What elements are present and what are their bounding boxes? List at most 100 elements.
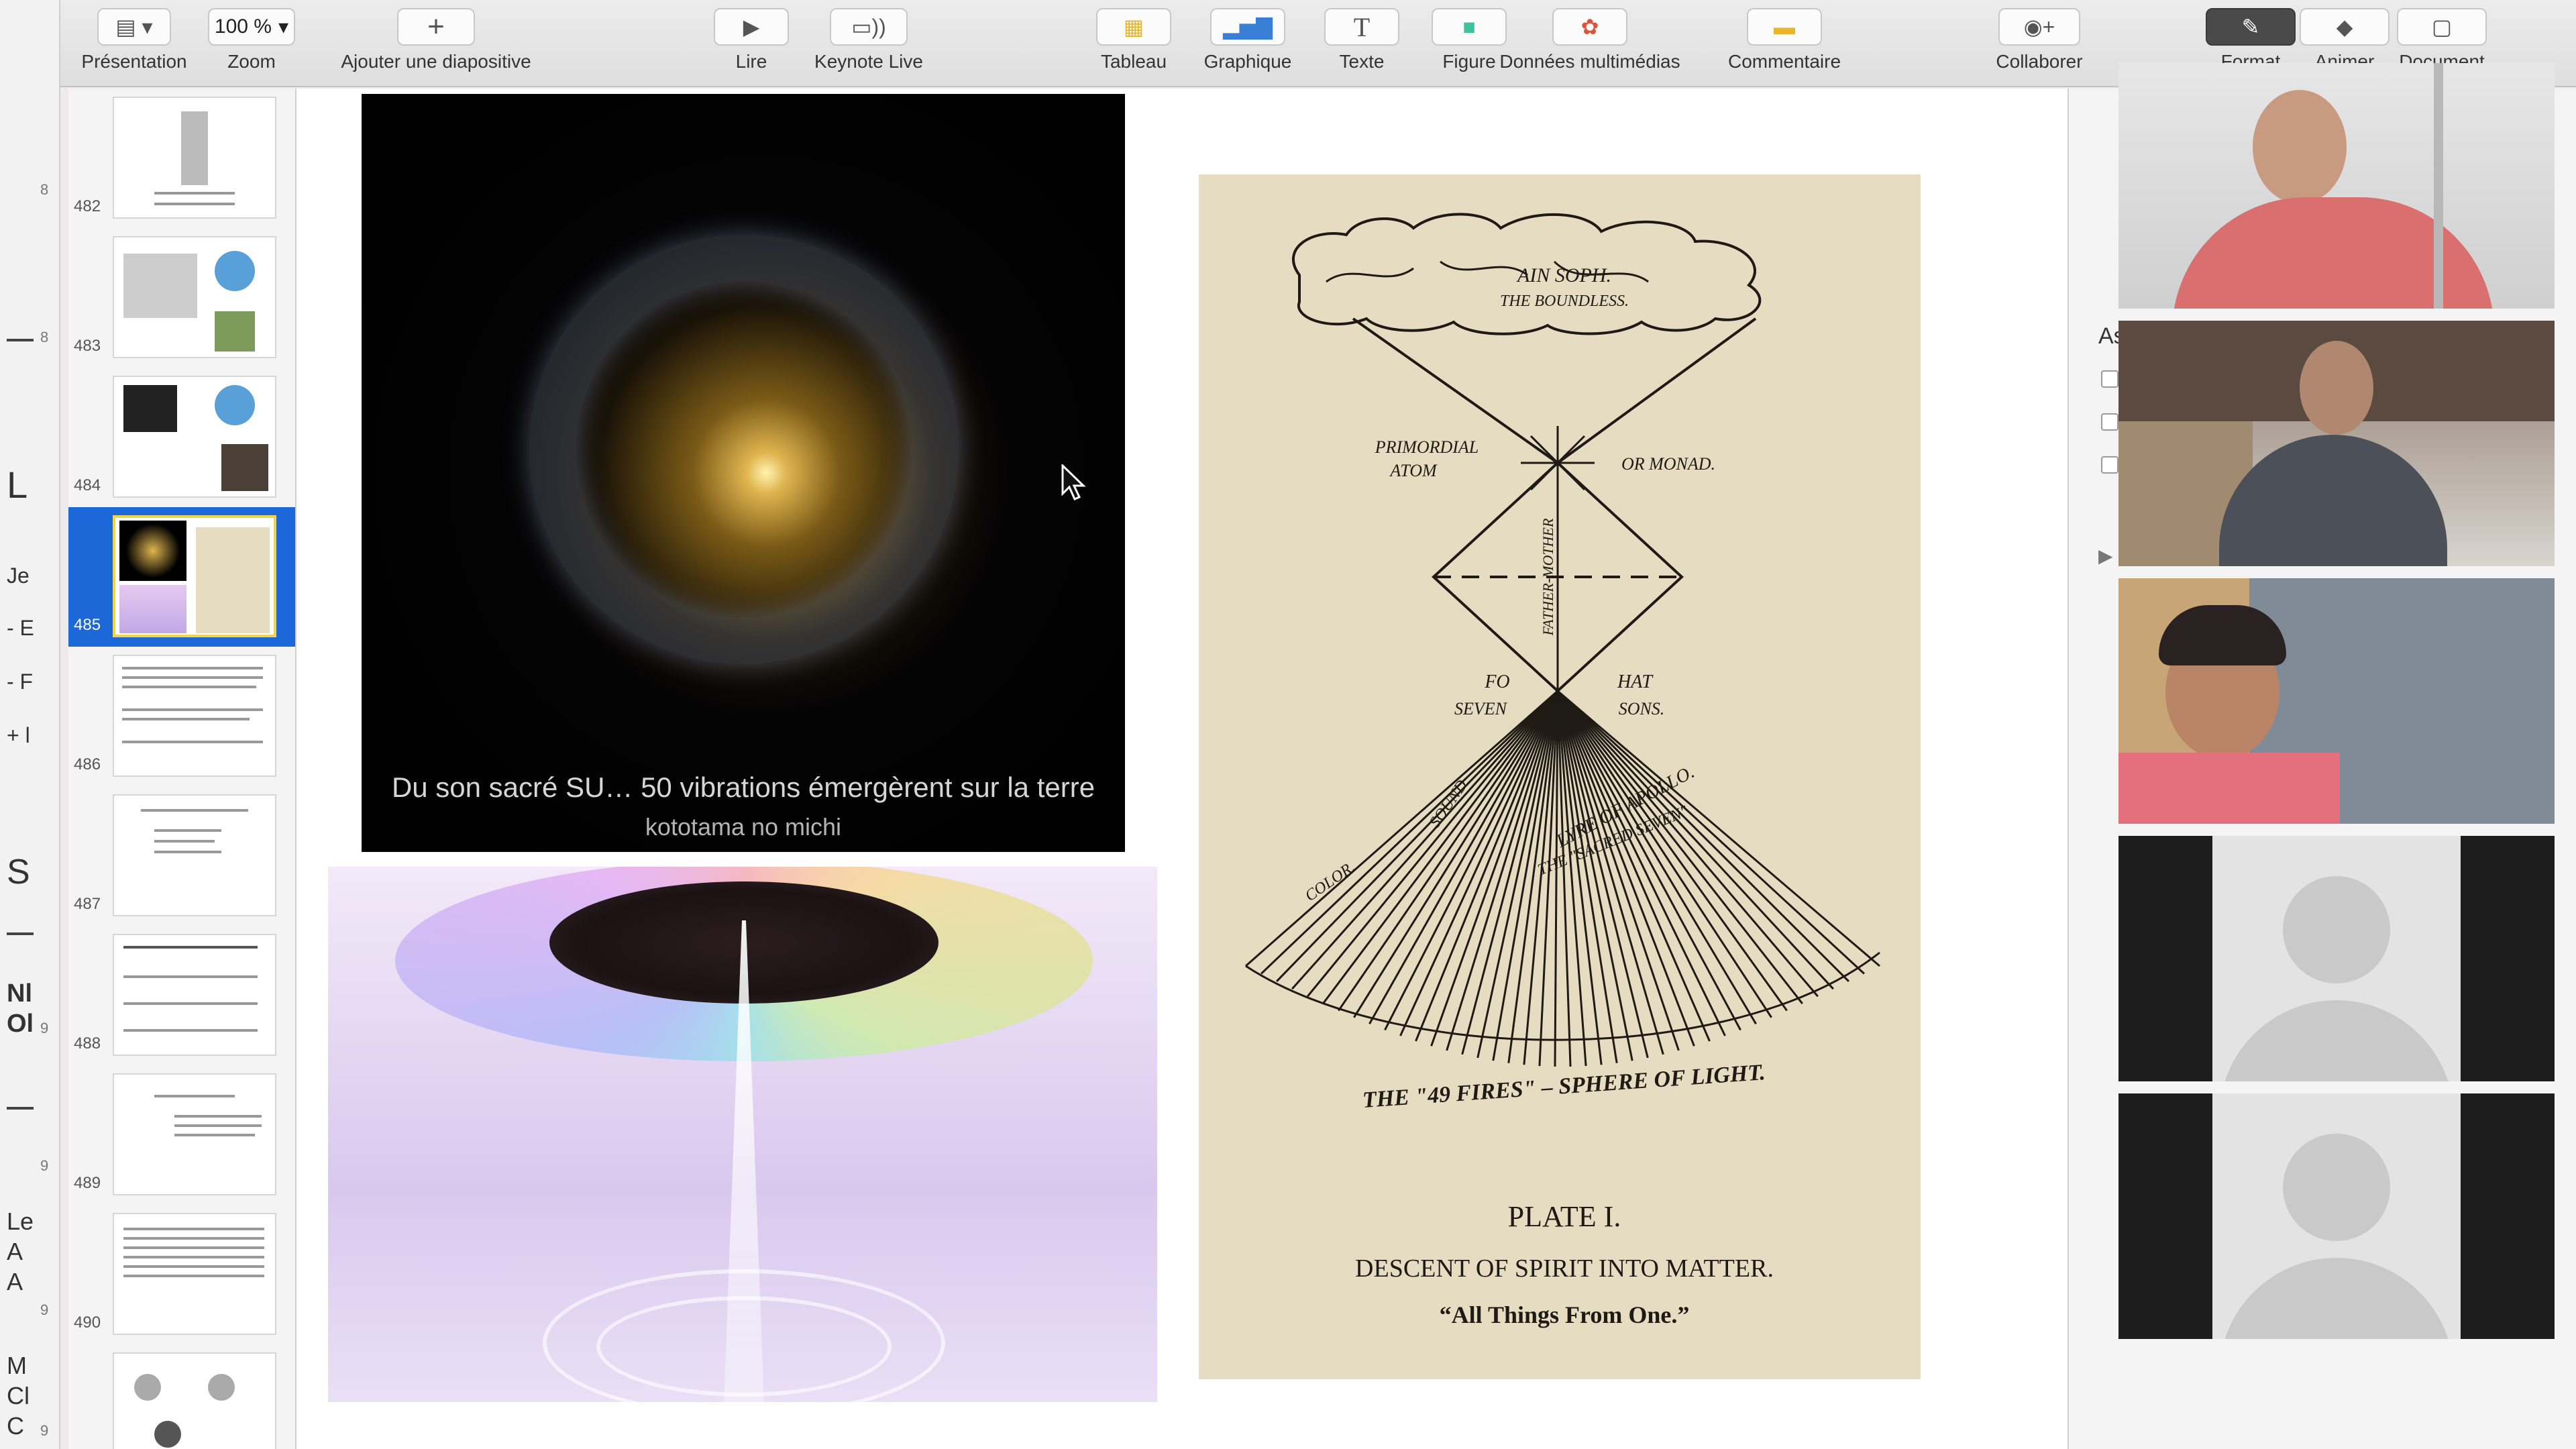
avatar-placeholder: [2212, 836, 2461, 1081]
zoom-control[interactable]: 100 % ▾ Zoom: [208, 0, 295, 87]
slide-number: 489: [74, 1174, 101, 1192]
water-ripple: [596, 1296, 892, 1397]
slide-thumbnail-482[interactable]: 482: [68, 89, 295, 228]
slide-thumbnail-491[interactable]: [68, 1344, 295, 1449]
video-participant-3[interactable]: [2118, 578, 2555, 824]
slide-thumbnail-484[interactable]: 484: [68, 368, 295, 507]
background-document: L Je - E - F + l S Nl Ol Le A A M Cl C 8…: [0, 0, 60, 1449]
galaxy-caption: Du son sacré SU… 50 vibrations émergèren…: [391, 771, 1095, 803]
bg-divider: [7, 932, 34, 935]
galaxy-image[interactable]: Du son sacré SU… 50 vibrations émergèren…: [362, 94, 1125, 852]
video-participant-2[interactable]: [2118, 321, 2555, 566]
plate-ray: [1307, 690, 1559, 998]
comment-icon: ▬: [1747, 8, 1822, 46]
participant-hair: [2159, 605, 2286, 665]
descent-text: DESCENT OF SPIRIT INTO MATTER.: [1355, 1254, 1774, 1283]
disclosure-triangle-icon[interactable]: ▶: [2098, 545, 2113, 567]
bg-fragment: - E: [7, 616, 34, 640]
slide-thumbnail-486[interactable]: 486: [68, 647, 295, 786]
atom-text: ATOM: [1389, 461, 1438, 480]
keynote-live-button[interactable]: ▭)) Keynote Live: [798, 0, 939, 87]
zoom-select[interactable]: 100 % ▾: [208, 8, 295, 46]
text-icon: T: [1324, 8, 1399, 46]
chevron-down-icon: ▾: [278, 15, 289, 38]
comment-button[interactable]: ▬ Commentaire: [1697, 0, 1872, 87]
keynote-live-icon: ▭)): [830, 8, 908, 46]
plate-title: PLATE I.: [1508, 1200, 1621, 1233]
plate-ray: [1556, 690, 1664, 1055]
media-button[interactable]: ✿ Données multimédias: [1476, 0, 1704, 87]
bg-fragment: + l: [7, 723, 30, 747]
ain-soph-text: AIN SOPH.: [1516, 264, 1611, 286]
inspector-checkbox[interactable]: [2101, 413, 2118, 431]
slide-thumbnail-485[interactable]: 485: [68, 507, 295, 647]
play-button[interactable]: ▶ Lire: [704, 0, 798, 87]
mouse-cursor-icon: [1061, 464, 1086, 500]
collaborate-button[interactable]: ◉+ Collaborer: [1972, 0, 2106, 87]
bg-number: 9: [40, 1301, 49, 1318]
galaxy-ring: [529, 235, 959, 664]
wall-detail: [2434, 63, 2443, 309]
participant-sweater: [2219, 435, 2447, 566]
collaborate-icon: ◉+: [1998, 8, 2080, 46]
bg-fragment: - F: [7, 669, 34, 694]
collaborate-label: Collaborer: [1996, 51, 2083, 72]
monad-text: OR MONAD.: [1621, 454, 1715, 474]
presentation-view-button[interactable]: ▤ ▾ Présentation: [80, 0, 188, 87]
thumbnail-image: [113, 376, 276, 498]
bg-number: 9: [40, 1020, 49, 1036]
add-slide-button[interactable]: + Ajouter une diapositive: [322, 0, 550, 87]
plate-illustration[interactable]: AIN SOPH. THE BOUNDLESS. PRIMORDIAL ATOM…: [1199, 174, 1921, 1379]
participant-face: [2253, 90, 2347, 204]
video-participant-4[interactable]: [2118, 836, 2555, 1081]
slide-thumbnail-483[interactable]: 483: [68, 228, 295, 368]
table-icon: ▦: [1096, 8, 1171, 46]
plate-ray: [1353, 690, 1559, 1018]
view-icon: ▤ ▾: [97, 8, 171, 46]
slide-number: 485: [74, 616, 101, 634]
keynote-live-label: Keynote Live: [814, 51, 923, 72]
inspector-checkbox[interactable]: [2101, 456, 2118, 474]
zoom-value: 100 %: [214, 15, 272, 38]
bg-fragment: S: [7, 853, 30, 892]
slide[interactable]: Du son sacré SU… 50 vibrations émergèren…: [297, 89, 2068, 1449]
slide-number: 486: [74, 755, 101, 773]
plate-drawing: AIN SOPH. THE BOUNDLESS. PRIMORDIAL ATOM…: [1245, 213, 1880, 1328]
media-label: Données multimédias: [1499, 51, 1680, 72]
slide-navigator[interactable]: 482 483 484 485 486 487 488 489 490: [68, 89, 297, 1449]
text-label: Texte: [1339, 51, 1385, 72]
slide-thumbnail-488[interactable]: 488: [68, 926, 295, 1065]
father-mother-text: FATHER-MOTHER: [1540, 518, 1556, 636]
slide-number: 482: [74, 197, 101, 215]
bg-fragment: Nl: [7, 979, 32, 1008]
table-button[interactable]: ▦ Tableau: [1080, 0, 1187, 87]
primordial-text: PRIMORDIAL: [1375, 437, 1479, 457]
fires-text: THE "49 FIRES" – SPHERE OF LIGHT.: [1362, 1060, 1766, 1113]
thumbnail-image: [113, 655, 276, 777]
rainbow-portal-image[interactable]: [328, 867, 1157, 1402]
bg-number: 9: [40, 1422, 49, 1439]
slide-thumbnail-489[interactable]: 489: [68, 1065, 295, 1205]
video-participant-1[interactable]: [2118, 63, 2555, 309]
document-icon: ▢: [2397, 8, 2487, 46]
slide-canvas[interactable]: Du son sacré SU… 50 vibrations émergèren…: [297, 89, 2068, 1449]
participant-face: [2300, 341, 2373, 435]
inspector-checkbox[interactable]: [2101, 370, 2118, 388]
bg-number: 9: [40, 1157, 49, 1174]
bg-fragment: A: [7, 1268, 23, 1295]
sons-text: SONS.: [1619, 699, 1665, 718]
chart-label: Graphique: [1203, 51, 1292, 72]
play-label: Lire: [735, 51, 767, 72]
chart-button[interactable]: ▂▅▇ Graphique: [1187, 0, 1308, 87]
plate-ray: [1556, 690, 1726, 1036]
text-button[interactable]: T Texte: [1315, 0, 1409, 87]
slide-number: 488: [74, 1034, 101, 1053]
avatar-body: [2219, 1258, 2454, 1339]
slide-thumbnail-490[interactable]: 490: [68, 1205, 295, 1344]
slide-thumbnail-487[interactable]: 487: [68, 786, 295, 926]
thumbnail-image: [113, 794, 276, 916]
media-icon: ✿: [1552, 8, 1627, 46]
thumbnail-image: [113, 934, 276, 1056]
bg-fragment: L: [7, 464, 28, 506]
video-participant-5[interactable]: [2118, 1093, 2555, 1339]
